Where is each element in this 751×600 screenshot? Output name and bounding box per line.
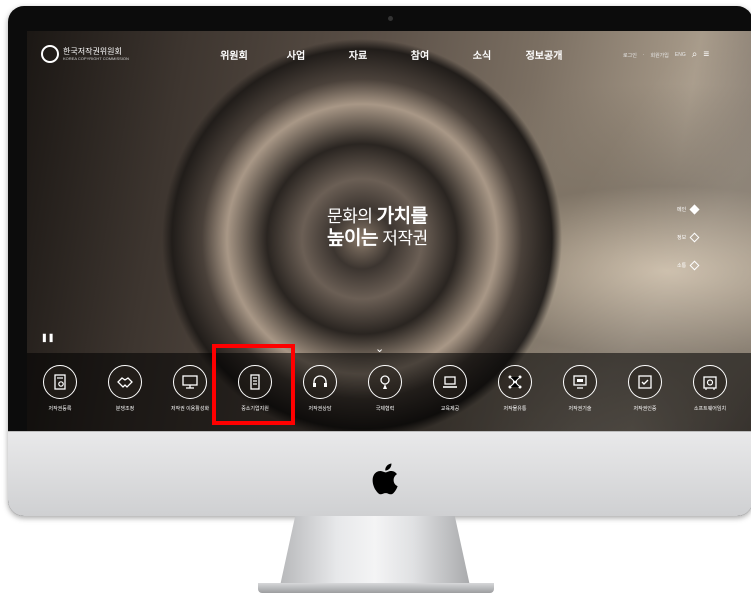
quick-link-technology[interactable]: 저작권기술 [547,365,613,412]
menu-item-disclosure[interactable]: 정보공개 [513,47,575,62]
monitor-stand [280,516,470,586]
util-separator: · [642,52,645,58]
slogan-emphasis: 가치를 [376,206,428,227]
section-main[interactable]: 메인 [677,195,700,223]
apple-logo-icon [372,463,398,495]
slogan-word: 저작권 [382,229,428,248]
section-info[interactable]: 정보 [677,223,700,251]
quick-link-label: 교육제공 [440,406,460,412]
headset-icon [313,375,327,387]
site-logo[interactable]: 한국저작권위원회 KOREA COPYRIGHT COMMISSION [41,45,129,63]
network-icon [508,375,522,389]
join-link[interactable]: 회원가입 [650,52,668,59]
document-stamp-icon [54,374,66,390]
quick-link-label: 저작권등록 [48,406,72,412]
laptop-icon [443,376,457,388]
quick-link-label: 저작권인증 [633,406,657,412]
monitor-chin [8,431,751,516]
slogan-emphasis: 높이는 [327,228,378,249]
quick-link-education[interactable]: 교육제공 [417,365,483,412]
pause-icon[interactable]: ❚❚ [41,333,54,342]
monitor-stand-base [258,583,494,593]
global-nav: 한국저작권위원회 KOREA COPYRIGHT COMMISSION 위원회 … [27,31,751,79]
logo-mark-icon [41,45,59,63]
search-icon[interactable]: ⌕ [692,50,698,60]
diamond-icon [689,232,700,242]
diamond-active-icon [689,204,700,214]
quick-link-label: 소프트웨어임치 [693,406,727,412]
webcam [388,16,393,21]
quick-link-registration[interactable]: 저작권등록 [27,365,93,412]
highlight-box [212,344,295,425]
computer-icon [573,375,587,389]
hero-slogan: 문화의 가치를 높이는 저작권 [327,206,428,250]
monitor-icon [182,375,198,389]
quick-link-consulting[interactable]: 저작권상담 [287,365,353,412]
menu-item-business[interactable]: 사업 [265,47,327,62]
safe-icon [703,376,717,390]
handshake-icon [117,377,133,388]
hamburger-menu-icon[interactable]: ≡ [703,50,709,60]
quick-link-bar: 저작권등록 분쟁조정 저작권 이용활성화 중소기업지원 저작권상담 국제협력 교… [27,353,751,431]
menu-item-participation[interactable]: 참여 [389,47,451,62]
logo-subtext: KOREA COPYRIGHT COMMISSION [63,56,129,61]
quick-link-label: 저작물유통 [503,406,527,412]
section-indicator: 메인 정보 소통 [677,195,700,279]
menu-item-news[interactable]: 소식 [451,47,513,62]
section-communication[interactable]: 소통 [677,251,700,279]
website-screen: 한국저작권위원회 KOREA COPYRIGHT COMMISSION 위원회 … [27,31,751,431]
main-menu: 위원회 사업 자료 참여 소식 정보공개 [203,47,575,62]
certificate-icon [638,375,652,389]
quick-link-escrow[interactable]: 소프트웨어임치 [677,365,743,412]
quick-link-certification[interactable]: 저작권인증 [612,365,678,412]
quick-link-label: 분쟁조정 [115,406,135,412]
quick-link-label: 저작권기술 [568,406,592,412]
login-link[interactable]: 로그인 [623,52,637,59]
diamond-icon [689,260,700,270]
slogan-word: 문화의 [327,207,373,226]
quick-link-label: 국제협력 [375,406,395,412]
logo-text: 한국저작권위원회 [63,47,122,56]
quick-link-dispute[interactable]: 분쟁조정 [92,365,158,412]
menu-item-resources[interactable]: 자료 [327,47,389,62]
language-link[interactable]: ENG [675,52,686,58]
quick-link-distribution[interactable]: 저작물유통 [482,365,548,412]
utility-nav: 로그인 · 회원가입 ENG ⌕ ≡ [623,50,709,60]
menu-item-committee[interactable]: 위원회 [203,47,265,62]
quick-link-label: 저작권상담 [308,406,332,412]
globe-pin-icon [380,375,390,389]
quick-link-international[interactable]: 국제협력 [352,365,418,412]
